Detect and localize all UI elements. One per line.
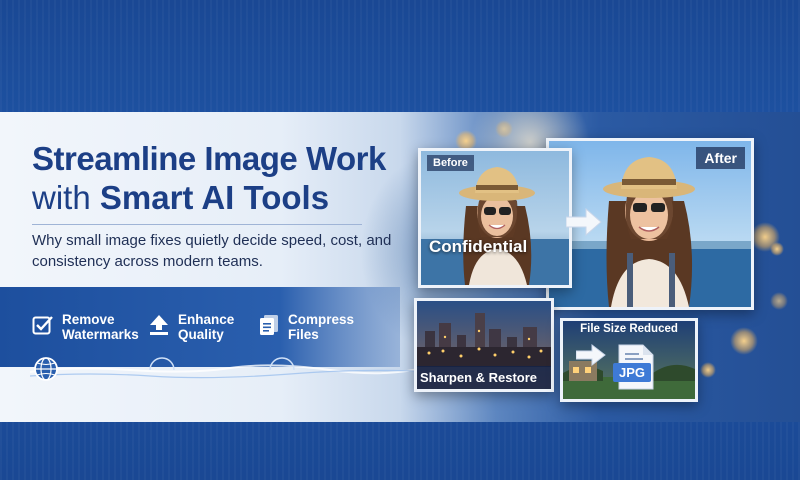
headline-line1: Streamline Image Work: [32, 140, 386, 177]
watermark-text: Confidential: [429, 237, 528, 256]
upload-arrow-icon: [150, 315, 168, 335]
bokeh-light: [495, 120, 513, 138]
wave-decoration: [30, 357, 430, 379]
feature-enhance-line1: Enhance: [178, 312, 235, 327]
documents-icon: [260, 315, 278, 335]
bokeh-light: [770, 292, 788, 310]
headline-line2-prefix: with: [32, 179, 91, 216]
woman-before-photo: [421, 151, 569, 285]
jpg-badge: JPG: [613, 363, 652, 382]
sharpen-restore-card: Sharpen & Restore: [414, 298, 554, 392]
page: Streamline Image Work with Smart AI Tool…: [0, 0, 800, 480]
file-size-reduced-label: File Size Reduced: [580, 323, 678, 335]
feature-remove-watermarks: Remove Watermarks: [32, 312, 139, 342]
feature-remove-line2: Watermarks: [62, 327, 139, 342]
bokeh-light: [700, 362, 716, 378]
bokeh-light: [730, 327, 758, 355]
headline-line2: with Smart AI Tools: [32, 178, 402, 218]
checkbox-icon: [32, 316, 53, 335]
feature-enhance-line2: Quality: [178, 327, 224, 342]
feature-compress-line1: Compress: [288, 312, 355, 327]
divider: [32, 224, 362, 225]
globe-icon: [34, 357, 58, 381]
feature-enhance-quality: Enhance Quality: [148, 312, 234, 342]
subtitle: Why small image fixes quietly decide spe…: [32, 232, 392, 270]
arrow-right-icon: [576, 344, 606, 366]
headline: Streamline Image Work with Smart AI Tool…: [32, 140, 402, 218]
feature-compress-files: Compress Files: [258, 312, 354, 342]
before-label: Before: [427, 155, 474, 171]
after-label: After: [696, 147, 745, 169]
bokeh-light: [770, 242, 784, 256]
arrow-right-icon: [566, 208, 602, 236]
headline-line2-bold: Smart AI Tools: [99, 179, 330, 216]
sharpen-restore-label: Sharpen & Restore: [417, 366, 551, 389]
before-image-card: Before Confidential: [418, 148, 572, 288]
feature-compress-line2: Files: [288, 327, 319, 342]
feature-remove-line1: Remove: [62, 312, 115, 327]
